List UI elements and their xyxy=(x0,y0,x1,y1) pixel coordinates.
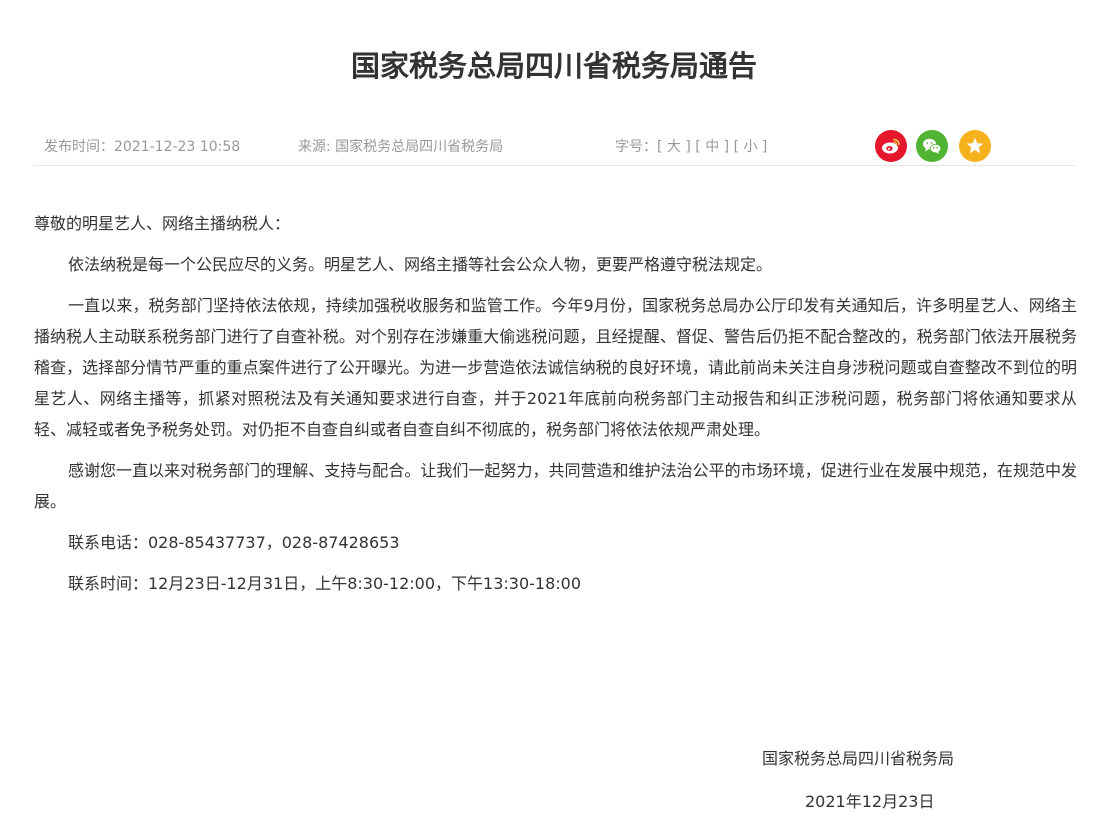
publish-time-value: 2021-12-23 10:58 xyxy=(114,139,241,155)
paragraph: 依法纳税是每一个公民应尽的义务。明星艺人、网络主播等社会公众人物，更要严格遵守税… xyxy=(68,255,773,274)
share-wechat-button[interactable] xyxy=(916,130,948,162)
font-size-large-link[interactable]: [ 大 ] xyxy=(657,139,691,155)
source-value: 国家税务总局四川省税务局 xyxy=(335,139,504,155)
contact-phone: 联系电话：028-85437737，028-87428653 xyxy=(68,533,400,552)
contact-hours: 联系时间：12月23日-12月31日，上午8:30-12:00，下午13:30-… xyxy=(68,574,582,593)
favorite-button[interactable] xyxy=(959,130,991,162)
wechat-icon xyxy=(923,138,942,154)
article-source: 来源: 国家税务总局四川省税务局 xyxy=(298,138,503,156)
source-label: 来源: xyxy=(298,139,336,155)
font-size-medium-link[interactable]: [ 中 ] xyxy=(695,139,729,155)
article-meta-bar: 发布时间：2021-12-23 10:58 来源: 国家税务总局四川省税务局 字… xyxy=(34,128,1075,166)
publish-time-label: 发布时间： xyxy=(44,139,114,155)
signature-date: 2021年12月23日 xyxy=(805,792,935,811)
paragraph: 一直以来，税务部门坚持依法依规，持续加强税收服务和监管工作。今年9月份，国家税务… xyxy=(34,296,1077,439)
publish-time: 发布时间：2021-12-23 10:58 xyxy=(44,138,240,156)
weibo-icon xyxy=(882,138,900,154)
paragraph: 感谢您一直以来对税务部门的理解、支持与配合。让我们一起努力，共同营造和维护法治公… xyxy=(34,461,1077,511)
page-title: 国家税务总局四川省税务局通告 xyxy=(350,49,757,83)
article-body: 尊敬的明星艺人、网络主播纳税人： 依法纳税是每一个公民应尽的义务。明星艺人、网络… xyxy=(34,208,1077,609)
share-weibo-button[interactable] xyxy=(875,130,907,162)
font-size-controls: 字号：[ 大 ] [ 中 ] [ 小 ] xyxy=(615,138,767,156)
signature-org: 国家税务总局四川省税务局 xyxy=(762,749,955,768)
font-size-label: 字号： xyxy=(615,139,657,155)
star-icon xyxy=(966,137,984,154)
font-size-small-link[interactable]: [ 小 ] xyxy=(734,139,768,155)
greeting: 尊敬的明星艺人、网络主播纳税人： xyxy=(34,214,291,233)
